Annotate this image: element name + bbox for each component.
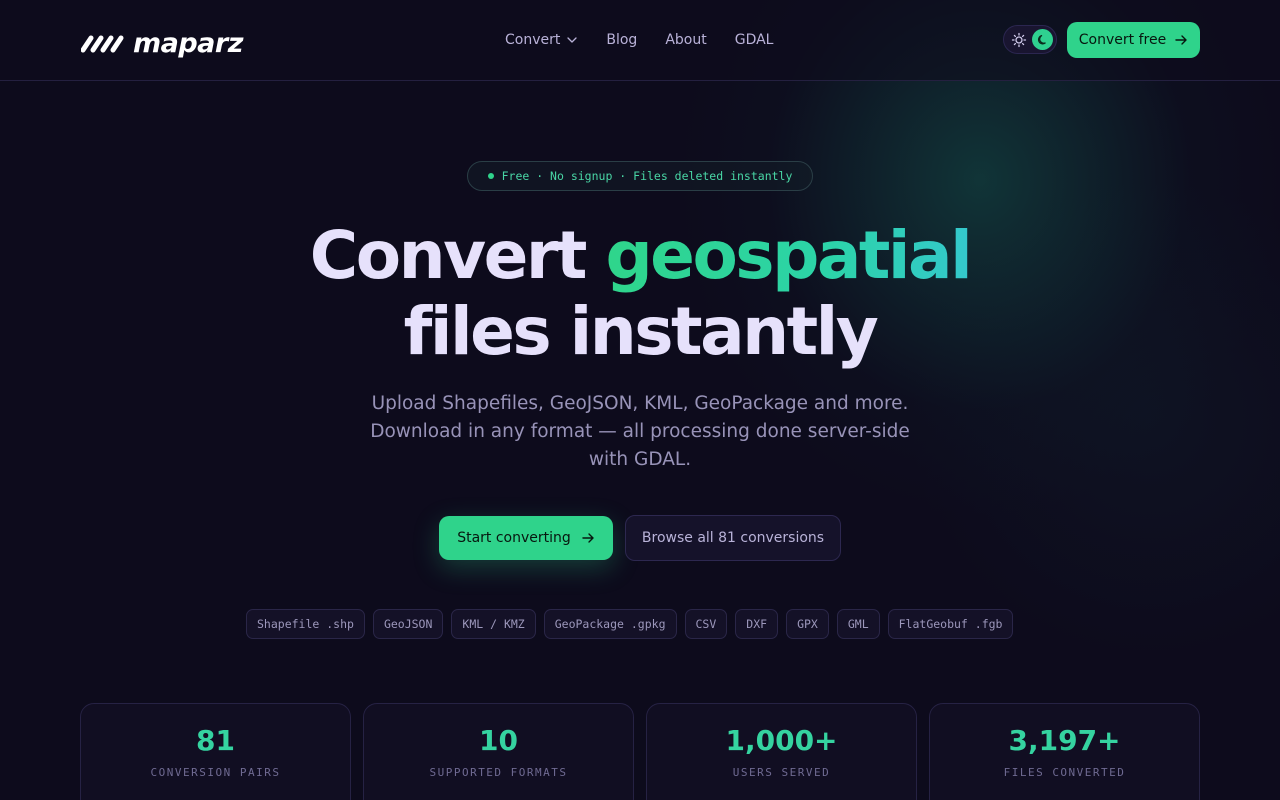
- status-dot-icon: [487, 173, 494, 179]
- browse-conversions-label: Browse all 81 conversions: [641, 530, 825, 546]
- format-chip-dxf[interactable]: DXF: [735, 609, 779, 639]
- convert-free-button[interactable]: Convert free: [1067, 22, 1200, 58]
- format-chip-shapefile[interactable]: Shapefile .shp: [246, 609, 365, 639]
- stat-value: 10: [479, 724, 518, 757]
- headline-accent: geospatial: [605, 217, 972, 294]
- format-chip-csv[interactable]: CSV: [684, 609, 728, 639]
- logo-text: maparz: [133, 27, 243, 59]
- stat-label: FILES CONVERTED: [1003, 766, 1126, 779]
- nav-item-about[interactable]: About: [665, 30, 706, 50]
- stat-card-users-served: 1,000+ USERS SERVED: [646, 703, 917, 800]
- hero-badge: Free · No signup · Files deleted instant…: [467, 161, 813, 191]
- start-converting-button[interactable]: Start converting: [439, 516, 613, 560]
- site-header: maparz Convert Blog About GDAL Convert f…: [0, 0, 1280, 81]
- logo-mark-icon: [81, 35, 124, 53]
- stat-value: 81: [196, 724, 235, 757]
- stat-label: SUPPORTED FORMATS: [429, 766, 568, 779]
- format-chips: Shapefile .shp GeoJSON KML / KMZ GeoPack…: [246, 609, 1014, 639]
- page: maparz Convert Blog About GDAL Convert f…: [0, 0, 1280, 800]
- nav-item-label: GDAL: [734, 32, 774, 48]
- stat-card-supported-formats: 10 SUPPORTED FORMATS: [363, 703, 634, 800]
- headline-line2: files instantly: [403, 293, 879, 370]
- dark-mode-toggle[interactable]: [1032, 29, 1053, 50]
- stat-card-conversion-pairs: 81 CONVERSION PAIRS: [80, 703, 351, 800]
- arrow-right-icon: [582, 533, 594, 543]
- nav-item-label: Convert: [505, 32, 561, 48]
- arrow-right-icon: [1175, 35, 1187, 45]
- main-nav: Convert Blog About GDAL: [505, 30, 773, 50]
- hero-badge-text: Free · No signup · Files deleted instant…: [501, 169, 793, 183]
- stat-label: CONVERSION PAIRS: [150, 766, 281, 779]
- theme-toggle[interactable]: [1003, 25, 1057, 54]
- chevron-down-icon: [567, 37, 578, 43]
- format-chip-kml[interactable]: KML / KMZ: [451, 609, 536, 639]
- format-chip-gpx[interactable]: GPX: [786, 609, 829, 639]
- nav-item-blog[interactable]: Blog: [606, 30, 637, 50]
- moon-icon: [1037, 34, 1046, 44]
- headline-part1: Convert: [309, 217, 588, 294]
- convert-free-label: Convert free: [1078, 32, 1167, 48]
- stat-card-files-converted: 3,197+ FILES CONVERTED: [929, 703, 1200, 800]
- stat-value: 1,000+: [725, 724, 838, 757]
- hero-subtitle: Upload Shapefiles, GeoJSON, KML, GeoPack…: [370, 393, 910, 470]
- browse-conversions-button[interactable]: Browse all 81 conversions: [625, 515, 841, 561]
- format-chip-geopackage[interactable]: GeoPackage .gpkg: [543, 609, 677, 639]
- format-chip-flatgeobuf[interactable]: FlatGeobuf .fgb: [887, 609, 1014, 639]
- nav-item-convert[interactable]: Convert: [505, 30, 578, 50]
- logo[interactable]: maparz: [81, 26, 243, 60]
- start-converting-label: Start converting: [457, 530, 571, 546]
- nav-item-label: Blog: [606, 32, 638, 48]
- nav-item-gdal[interactable]: GDAL: [735, 30, 774, 50]
- format-chip-gml[interactable]: GML: [836, 609, 880, 639]
- stat-label: USERS SERVED: [732, 766, 831, 779]
- stat-value: 3,197+: [1008, 724, 1121, 757]
- hero-headline: Convert geospatial files instantly: [0, 218, 1280, 370]
- format-chip-geojson[interactable]: GeoJSON: [372, 609, 444, 639]
- nav-item-label: About: [665, 32, 707, 48]
- sun-icon[interactable]: [1011, 32, 1027, 48]
